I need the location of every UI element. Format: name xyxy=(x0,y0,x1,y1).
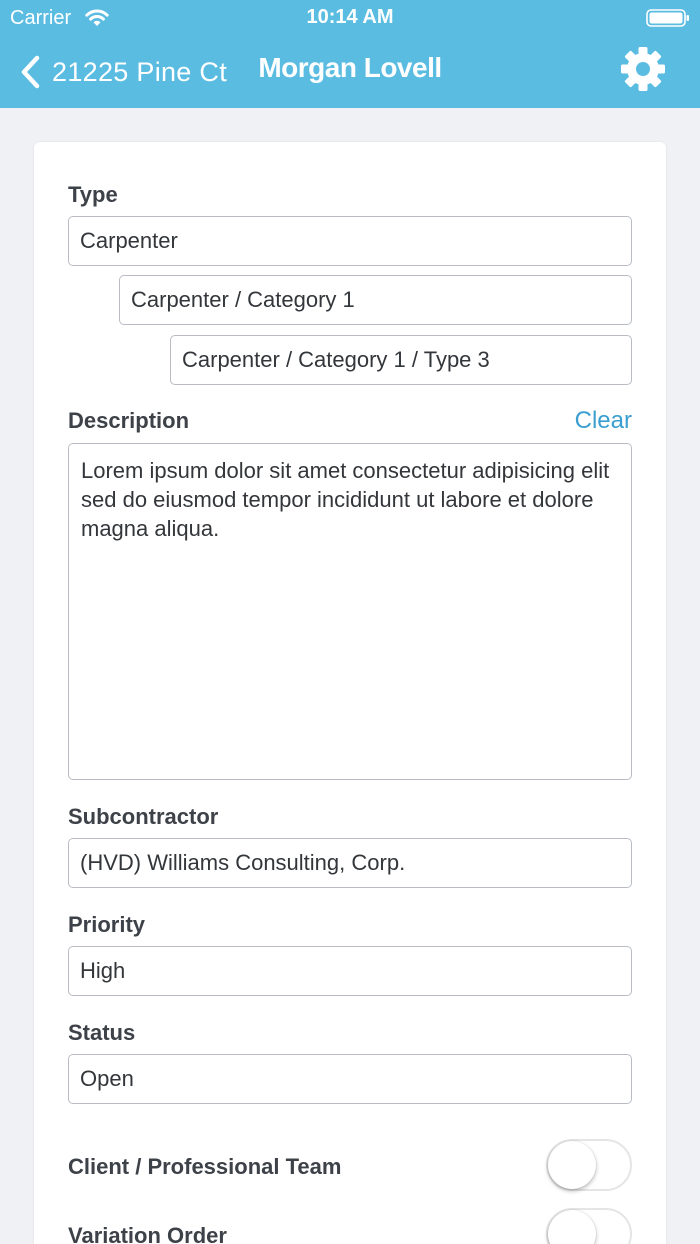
clear-button[interactable]: Clear xyxy=(575,407,632,435)
subcontractor-field[interactable]: (HVD) Williams Consulting, Corp. xyxy=(68,838,632,888)
defect-form-card: Type Carpenter Carpenter / Category 1 Ca… xyxy=(34,142,666,1244)
status-bar: Carrier 10:14 AM xyxy=(0,0,700,36)
priority-field[interactable]: High xyxy=(68,946,632,996)
status-label: Status xyxy=(68,1020,136,1045)
page-title: Morgan Lovell xyxy=(258,52,442,83)
navigation-bar: 21225 Pine Ct Morgan Lovell xyxy=(0,40,700,104)
gear-icon[interactable] xyxy=(620,46,666,92)
toggle-knob xyxy=(548,1141,596,1189)
client-team-toggle[interactable] xyxy=(546,1139,632,1191)
top-bar: Carrier 10:14 AM 21225 Pine Ct Morgan Lo… xyxy=(0,0,700,108)
priority-label: Priority xyxy=(68,912,146,937)
variation-order-toggle[interactable] xyxy=(546,1208,632,1244)
toggle-knob xyxy=(548,1210,596,1244)
type-label: Type xyxy=(68,182,118,207)
subcontractor-label: Subcontractor xyxy=(68,804,219,829)
type-level2-field[interactable]: Carpenter / Category 1 xyxy=(119,275,632,325)
description-textarea[interactable]: Lorem ipsum dolor sit amet consectetur a… xyxy=(68,443,632,780)
clock: 10:14 AM xyxy=(306,6,394,28)
client-team-label: Client / Professional Team xyxy=(68,1154,342,1179)
battery-icon xyxy=(646,9,689,27)
status-field[interactable]: Open xyxy=(68,1054,632,1104)
variation-order-label: Variation Order xyxy=(68,1223,227,1244)
type-level3-field[interactable]: Carpenter / Category 1 / Type 3 xyxy=(170,335,632,385)
description-label: Description xyxy=(68,408,190,433)
type-level1-field[interactable]: Carpenter xyxy=(68,216,632,266)
